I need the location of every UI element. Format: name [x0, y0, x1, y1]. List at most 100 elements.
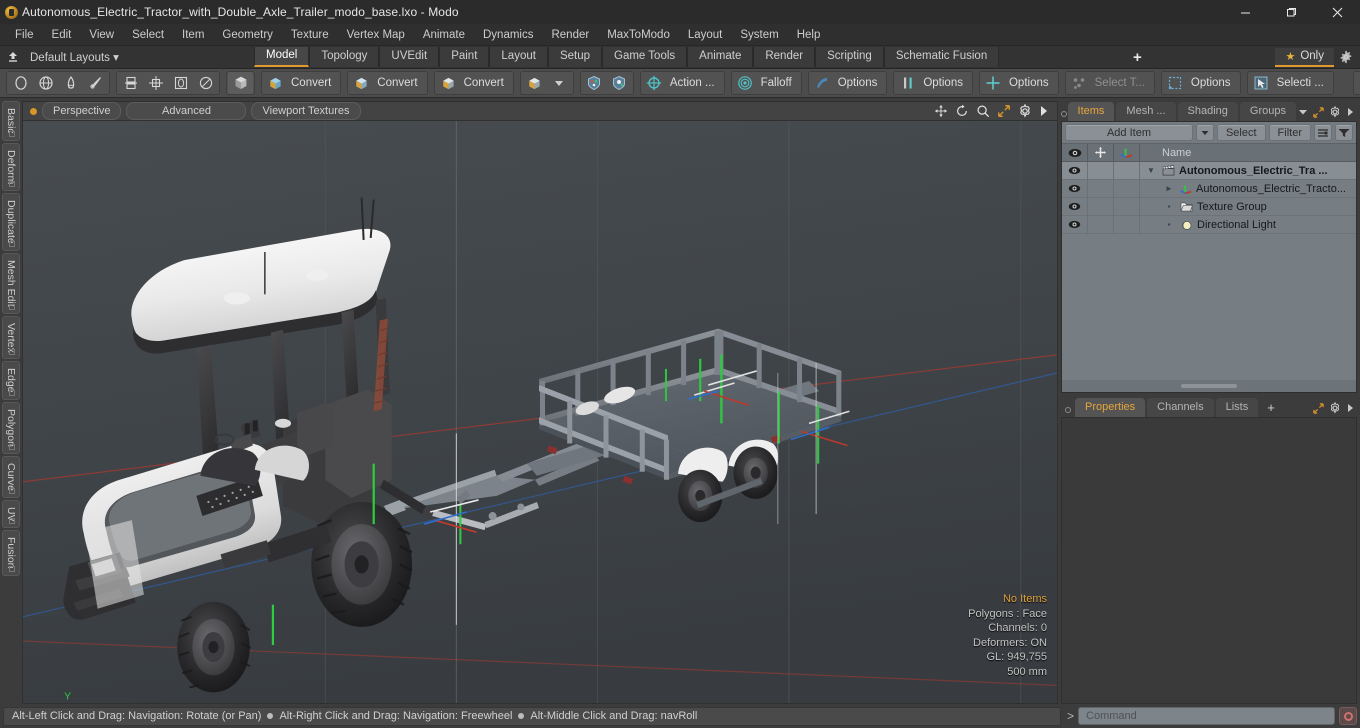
snap-b-icon[interactable] [607, 72, 632, 94]
pan-icon[interactable] [934, 104, 948, 118]
items-panel-tab-items[interactable]: Items [1067, 102, 1115, 121]
item-row[interactable]: ▪ Directional Light [1062, 215, 1356, 234]
chevron-down-icon[interactable] [547, 72, 572, 94]
layout-tab-setup[interactable]: Setup [547, 47, 602, 67]
menu-item-animate[interactable]: Animate [414, 25, 474, 45]
menu-item-layout[interactable]: Layout [679, 25, 732, 45]
home-up-icon[interactable] [0, 46, 26, 69]
rotate-icon[interactable] [955, 104, 969, 118]
items-list-resize-grip[interactable] [1062, 380, 1356, 392]
item-name-cell[interactable]: ▼ Autonomous_Electric_Tra ... [1140, 165, 1356, 177]
item-axis-cell[interactable] [1114, 215, 1140, 234]
cone-icon[interactable] [58, 72, 83, 94]
viewport-perspective-dropdown[interactable]: Perspective [42, 102, 122, 120]
properties-tab-properties[interactable]: Properties [1075, 398, 1146, 417]
sphere-icon[interactable] [33, 72, 58, 94]
eye-icon[interactable] [1062, 162, 1088, 180]
items-list[interactable]: ▼ Autonomous_Electric_Tra ... ► Autonomous_… [1062, 162, 1356, 380]
gear-icon[interactable] [1329, 106, 1341, 118]
align-icon[interactable] [143, 72, 168, 94]
gear-icon[interactable] [1334, 46, 1358, 69]
item-lock-cell[interactable] [1088, 197, 1114, 216]
item-lock-cell[interactable] [1088, 215, 1114, 234]
layout-tab-scripting[interactable]: Scripting [815, 47, 884, 67]
zoom-icon[interactable] [976, 104, 990, 118]
add-item-dropdown[interactable] [1195, 124, 1214, 141]
close-button[interactable] [1314, 0, 1360, 24]
chevron-right-icon[interactable] [1346, 107, 1354, 117]
item-axis-cell[interactable] [1114, 179, 1140, 198]
eye-icon[interactable] [1062, 179, 1088, 198]
left-tab-basic[interactable]: Basic [2, 101, 20, 141]
layout-tab-topology[interactable]: Topology [309, 47, 380, 67]
ellipse-icon[interactable] [8, 72, 33, 94]
toolgroup-falloff[interactable]: Falloff [730, 71, 802, 95]
layout-tab-render[interactable]: Render [753, 47, 816, 67]
item-name-cell[interactable]: ▪ Texture Group [1140, 201, 1356, 213]
items-panel-tab-shading[interactable]: Shading [1177, 102, 1238, 121]
add-layout-tab-button[interactable]: + [1124, 49, 1150, 66]
menu-item-edit[interactable]: Edit [43, 25, 81, 45]
menu-item-texture[interactable]: Texture [282, 25, 338, 45]
toolgroup-crosshair-options[interactable]: Options [978, 71, 1059, 95]
filter-button[interactable]: Filter [1268, 124, 1311, 141]
toolgroup-symmetry-options[interactable]: Options [807, 71, 888, 95]
gear-icon[interactable] [1329, 402, 1341, 414]
fit-icon[interactable] [997, 104, 1011, 118]
layout-tab-model[interactable]: Model [254, 47, 310, 67]
menu-item-file[interactable]: File [6, 25, 43, 45]
menu-item-vertex-map[interactable]: Vertex Map [338, 25, 414, 45]
viewport-advanced-dropdown[interactable]: Advanced [126, 102, 247, 120]
expand-icon[interactable] [1313, 106, 1324, 118]
eye-icon[interactable] [1062, 215, 1088, 234]
maximize-button[interactable] [1268, 0, 1314, 24]
toolgroup-convert-menu[interactable] [519, 71, 574, 95]
left-tab-edge[interactable]: Edge [2, 361, 20, 400]
layout-tab-game-tools[interactable]: Game Tools [602, 47, 688, 67]
item-axis-cell[interactable] [1114, 162, 1140, 180]
left-tab-mesh-edit[interactable]: Mesh Edit [2, 252, 20, 314]
menu-item-system[interactable]: System [731, 25, 787, 45]
menu-item-view[interactable]: View [80, 25, 123, 45]
left-tab-polygon[interactable]: Polygon [2, 401, 20, 454]
toolgroup-convert-1[interactable]: Convert [261, 71, 342, 95]
snap-a-icon[interactable] [582, 72, 607, 94]
left-tab-curve[interactable]: Curve [2, 455, 20, 498]
menu-item-item[interactable]: Item [173, 25, 213, 45]
toolgroup-lasso-options[interactable]: Options [1160, 71, 1241, 95]
item-row[interactable]: ▪ Texture Group [1062, 197, 1356, 216]
left-tab-vertex[interactable]: Vertex [2, 315, 20, 360]
layout-tab-animate[interactable]: Animate [687, 47, 754, 67]
layout-tab-paint[interactable]: Paint [439, 47, 490, 67]
layout-tab-schematic-fusion[interactable]: Schematic Fusion [883, 47, 1000, 67]
eye-icon[interactable] [1062, 197, 1088, 216]
toolgroup-convert-2[interactable]: Convert [347, 71, 428, 95]
item-row[interactable]: ► Autonomous_Electric_Tracto... [1062, 179, 1356, 198]
layout-tab-uvedit[interactable]: UVEdit [379, 47, 440, 67]
default-layouts-dropdown[interactable]: Default Layouts ▾ [26, 50, 129, 64]
toolgroup-action-center[interactable]: Action ... [639, 71, 725, 95]
layout-tab-layout[interactable]: Layout [489, 47, 548, 67]
menu-item-geometry[interactable]: Geometry [213, 25, 282, 45]
tree-expand-icon[interactable]: ► [1162, 184, 1176, 193]
viewport-textures-dropdown[interactable]: Viewport Textures [251, 102, 361, 120]
minimize-button[interactable] [1222, 0, 1268, 24]
chevron-right-icon[interactable] [1039, 105, 1049, 117]
left-tab-duplicate[interactable]: Duplicate [2, 193, 20, 251]
left-tab-fusion[interactable]: Fusion [2, 530, 20, 576]
menu-item-maxtomodo[interactable]: MaxToModo [598, 25, 679, 45]
items-panel-tab-mesh-[interactable]: Mesh ... [1116, 102, 1176, 121]
menu-item-help[interactable]: Help [788, 25, 830, 45]
toolgroup-selection[interactable]: Selecti ... [1246, 71, 1334, 95]
menu-item-dynamics[interactable]: Dynamics [474, 25, 542, 45]
circle-outline-icon[interactable] [193, 72, 218, 94]
tree-collapse-icon[interactable]: ▼ [1144, 166, 1158, 175]
box-outline-icon[interactable] [168, 72, 193, 94]
toolgroup-select-through[interactable]: Select T... [1064, 71, 1155, 95]
shade-cube-icon[interactable] [228, 72, 253, 94]
item-row[interactable]: ▼ Autonomous_Electric_Tra ... [1062, 162, 1356, 180]
chevron-right-icon[interactable] [1346, 403, 1354, 413]
items-panel-tab-groups[interactable]: Groups [1239, 102, 1296, 121]
toolgroup-kits[interactable]: Kits [1352, 71, 1360, 95]
add-properties-tab-button[interactable]: + [1260, 399, 1282, 417]
